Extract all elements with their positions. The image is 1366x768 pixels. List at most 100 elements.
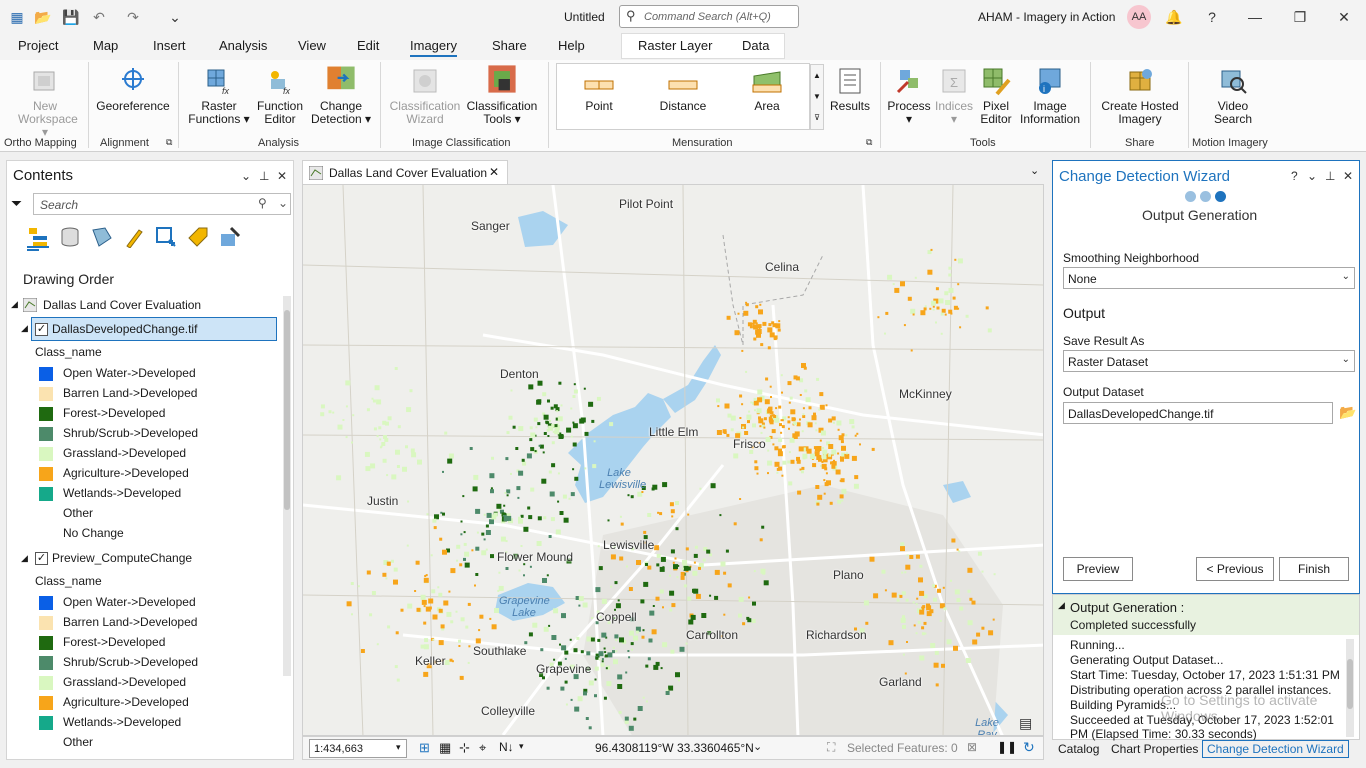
georeference-button[interactable]: Georeference (96, 66, 170, 113)
pixel-editor-button[interactable]: Pixel Editor (976, 66, 1016, 126)
expand-layer2-icon[interactable]: ◢ (21, 553, 28, 564)
legend-swatch[interactable] (39, 656, 53, 670)
help-icon[interactable]: ? (1291, 169, 1298, 183)
contents-search-input[interactable]: Search ⚲ ⌄ (33, 193, 291, 215)
legend-swatch[interactable] (39, 636, 53, 650)
coordinate-format-chevron-icon[interactable]: ⌄ (753, 740, 762, 753)
tab-help[interactable]: Help (558, 38, 585, 53)
crosshair-icon[interactable]: ⌖ (479, 740, 486, 756)
tab-insert[interactable]: Insert (153, 38, 186, 53)
scrollbar-thumb[interactable] (284, 310, 290, 510)
minimize-button[interactable]: — (1244, 6, 1266, 28)
grid-icon[interactable]: ⊞ (419, 740, 430, 756)
legend-swatch[interactable] (39, 696, 53, 710)
previous-button[interactable]: < Previous (1196, 557, 1274, 581)
layer2-visibility-checkbox[interactable]: ✓ (35, 552, 48, 565)
area-button[interactable]: Area (739, 70, 795, 113)
help-icon[interactable]: ? (1201, 6, 1223, 28)
browse-folder-icon[interactable]: 📂 (1339, 404, 1356, 421)
gallery-scroll-control[interactable]: ▲ ▼ ⊽ (810, 64, 824, 130)
tab-change-detection-wizard[interactable]: Change Detection Wizard (1202, 740, 1349, 758)
save-icon[interactable]: 💾 (62, 8, 80, 26)
legend-swatch[interactable] (39, 676, 53, 690)
legend-swatch[interactable] (39, 387, 53, 401)
legend-swatch[interactable] (39, 467, 53, 481)
legend-swatch[interactable] (39, 407, 53, 421)
raster-functions-button[interactable]: fx Raster Functions ▾ (186, 66, 252, 126)
smoothing-dropdown[interactable]: None ⌄ (1063, 267, 1355, 289)
process-button[interactable]: Process ▾ (886, 66, 932, 126)
tab-share[interactable]: Share (492, 38, 527, 53)
view-list-icon[interactable]: ⌄ (1030, 164, 1039, 177)
notifications-icon[interactable]: 🔔 (1163, 6, 1185, 28)
distance-button[interactable]: Distance (653, 78, 713, 113)
user-avatar[interactable]: AA (1127, 5, 1151, 29)
collapse-icon[interactable]: ◢ (1058, 600, 1065, 611)
search-options-icon[interactable]: ⌄ (278, 196, 288, 210)
close-button[interactable]: ✕ (1333, 6, 1355, 28)
map-name[interactable]: Dallas Land Cover Evaluation (43, 298, 201, 312)
tab-chart-properties[interactable]: Chart Properties (1111, 742, 1198, 756)
list-by-perspective-imagery-icon[interactable] (219, 226, 241, 248)
layer1-name[interactable]: DallasDevelopedChange.tif (52, 322, 197, 336)
snapping-icon[interactable]: ⊹ (459, 740, 470, 756)
restore-button[interactable]: ❐ (1289, 6, 1311, 28)
legend-swatch[interactable] (39, 427, 53, 441)
list-by-drawing-order-icon[interactable] (27, 226, 49, 248)
legend-swatch[interactable] (39, 447, 53, 461)
open-project-icon[interactable]: 📂 (34, 8, 52, 26)
mensuration-dialog-launcher-icon[interactable]: ⧉ (866, 137, 872, 148)
tab-project[interactable]: Project (18, 38, 58, 53)
table-icon[interactable]: ▦ (439, 740, 451, 756)
pin-icon[interactable]: ⊥ (1325, 169, 1335, 183)
tab-edit[interactable]: Edit (357, 38, 379, 53)
map-canvas[interactable]: Pilot Point Sanger Celina Denton McKinne… (302, 184, 1044, 736)
attribution-icon[interactable]: ▤ (1019, 715, 1032, 732)
classification-tools-button[interactable]: Classification Tools ▾ (464, 62, 540, 126)
tab-map[interactable]: Map (93, 38, 118, 53)
tab-data[interactable]: Data (742, 38, 769, 53)
contents-scrollbar[interactable] (283, 296, 291, 676)
new-workspace-button[interactable]: New Workspace ▾ (18, 66, 78, 139)
list-by-selection-icon[interactable] (91, 226, 113, 248)
filter-icon[interactable]: ⏷ (11, 195, 22, 212)
pane-options-icon[interactable]: ⌄ (241, 169, 251, 183)
refresh-icon[interactable]: ↻ (1023, 739, 1035, 756)
save-result-as-dropdown[interactable]: Raster Dataset ⌄ (1063, 350, 1355, 372)
preview-button[interactable]: Preview (1063, 557, 1133, 581)
video-search-button[interactable]: Video Search (1206, 66, 1260, 126)
create-hosted-imagery-button[interactable]: Create Hosted Imagery (1096, 66, 1184, 126)
map-view-tab[interactable]: Dallas Land Cover Evaluation ✕ (302, 160, 508, 184)
command-search-input[interactable]: ⚲ Command Search (Alt+Q) (619, 5, 799, 28)
legend-swatch[interactable] (39, 487, 53, 501)
undo-icon[interactable]: ↶ (90, 8, 108, 26)
list-by-snapping-icon[interactable] (155, 226, 177, 248)
point-button[interactable]: Point (571, 78, 627, 113)
tab-raster-layer[interactable]: Raster Layer (638, 38, 712, 53)
pin-icon[interactable]: ⊥ (259, 169, 269, 183)
pause-drawing-icon[interactable]: ❚❚ (997, 740, 1017, 754)
legend-swatch[interactable] (39, 367, 53, 381)
messages-scrollbar[interactable] (1346, 639, 1354, 737)
filter-features-icon[interactable]: ⊠ (967, 740, 977, 754)
image-information-button[interactable]: i Image Information (1018, 66, 1082, 126)
classification-wizard-button[interactable]: Classification Wizard (388, 66, 462, 126)
function-editor-button[interactable]: fx Function Editor (252, 66, 308, 126)
close-pane-icon[interactable]: ✕ (1343, 169, 1353, 183)
tab-imagery[interactable]: Imagery (410, 38, 457, 57)
pane-options-icon[interactable]: ⌄ (1307, 169, 1317, 183)
redo-icon[interactable]: ↷ (124, 8, 142, 26)
scale-dropdown[interactable]: 1:434,663 ▾ (309, 739, 407, 758)
north-arrow-icon[interactable]: N↓ (499, 740, 514, 754)
tab-analysis[interactable]: Analysis (219, 38, 267, 53)
tab-catalog[interactable]: Catalog (1058, 742, 1099, 756)
output-dataset-input[interactable]: DallasDevelopedChange.tif (1063, 402, 1333, 424)
finish-button[interactable]: Finish (1279, 557, 1349, 581)
legend-swatch[interactable] (39, 616, 53, 630)
list-by-source-icon[interactable] (59, 226, 81, 248)
legend-swatch[interactable] (39, 596, 53, 610)
indices-button[interactable]: Σ Indices ▾ (932, 66, 976, 126)
list-by-labeling-icon[interactable] (187, 226, 209, 248)
layer2-name[interactable]: Preview_ComputeChange (52, 551, 192, 565)
legend-swatch[interactable] (39, 716, 53, 730)
